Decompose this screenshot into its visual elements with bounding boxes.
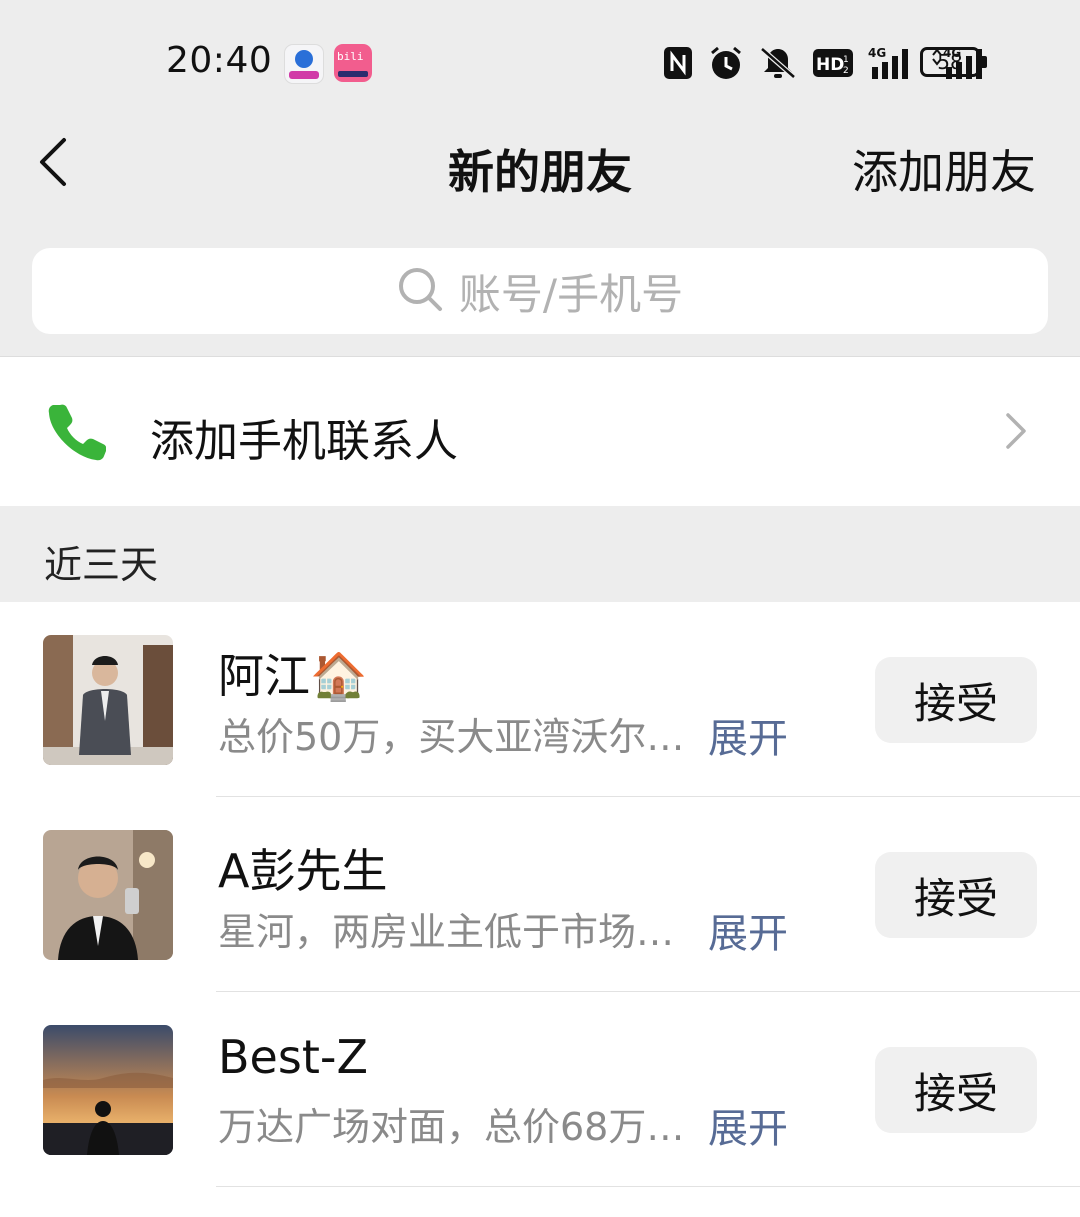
avatar[interactable] — [43, 830, 173, 960]
add-phone-contacts-row[interactable]: 添加手机联系人 — [0, 356, 1080, 506]
nav-bar: 新的朋友 添加朋友 — [0, 120, 1080, 210]
svg-text:2: 2 — [843, 66, 849, 76]
accept-button[interactable]: 接受 — [875, 657, 1037, 743]
search-input[interactable]: 账号/手机号 — [32, 248, 1048, 334]
avatar[interactable] — [43, 635, 173, 765]
alarm-icon — [708, 45, 744, 81]
bilibili-notification-icon: bili — [334, 44, 372, 82]
search-placeholder: 账号/手机号 — [458, 269, 684, 319]
friend-request-item[interactable]: Best-Z 万达广场对面，总价68万… 展开 接受 — [0, 992, 1080, 1187]
svg-text:1: 1 — [843, 55, 849, 65]
accept-button[interactable]: 接受 — [875, 852, 1037, 938]
request-name: A彭先生 — [218, 844, 388, 898]
request-name: Best-Z — [218, 1030, 368, 1084]
request-name: 阿江🏠 — [218, 649, 368, 703]
status-bar: 20:40 bili HD 1 2 4G 4G 58 — [0, 0, 1080, 120]
search-icon — [397, 266, 443, 316]
friend-request-item[interactable]: 阿江🏠 总价50万，买大亚湾沃尔… 展开 接受 — [0, 602, 1080, 797]
battery-icon: 58 — [920, 47, 980, 77]
avatar[interactable] — [43, 1025, 173, 1155]
svg-text:4G: 4G — [868, 46, 886, 60]
app-notification-icon — [284, 44, 324, 84]
mute-icon — [758, 45, 798, 81]
battery-level: 58 — [937, 50, 963, 74]
expand-button[interactable]: 展开 — [708, 1096, 788, 1154]
phone-icon — [46, 401, 107, 461]
signal-4g-icon: 4G — [868, 45, 916, 81]
nfc-icon — [662, 45, 694, 81]
svg-text:HD: HD — [816, 55, 844, 75]
request-message: 星河，两房业主低于市场… — [218, 910, 675, 954]
add-phone-contacts-label: 添加手机联系人 — [150, 416, 458, 467]
section-header: 近三天 — [0, 506, 1080, 602]
friend-request-list: 阿江🏠 总价50万，买大亚湾沃尔… 展开 接受 A彭先生 星河，两房业主低于市场… — [0, 602, 1080, 1217]
accept-button[interactable]: 接受 — [875, 1047, 1037, 1133]
friend-request-item[interactable]: A彭先生 星河，两房业主低于市场… 展开 接受 — [0, 797, 1080, 992]
expand-button[interactable]: 展开 — [708, 901, 788, 959]
status-time: 20:40 — [166, 40, 273, 81]
add-friend-button[interactable]: 添加朋友 — [852, 136, 1036, 202]
request-message: 万达广场对面，总价68万… — [218, 1105, 685, 1149]
chevron-right-icon — [1004, 409, 1028, 453]
section-title: 近三天 — [44, 543, 159, 587]
hd-icon: HD 1 2 — [812, 45, 854, 81]
request-message: 总价50万，买大亚湾沃尔… — [218, 715, 685, 759]
expand-button[interactable]: 展开 — [708, 706, 788, 764]
